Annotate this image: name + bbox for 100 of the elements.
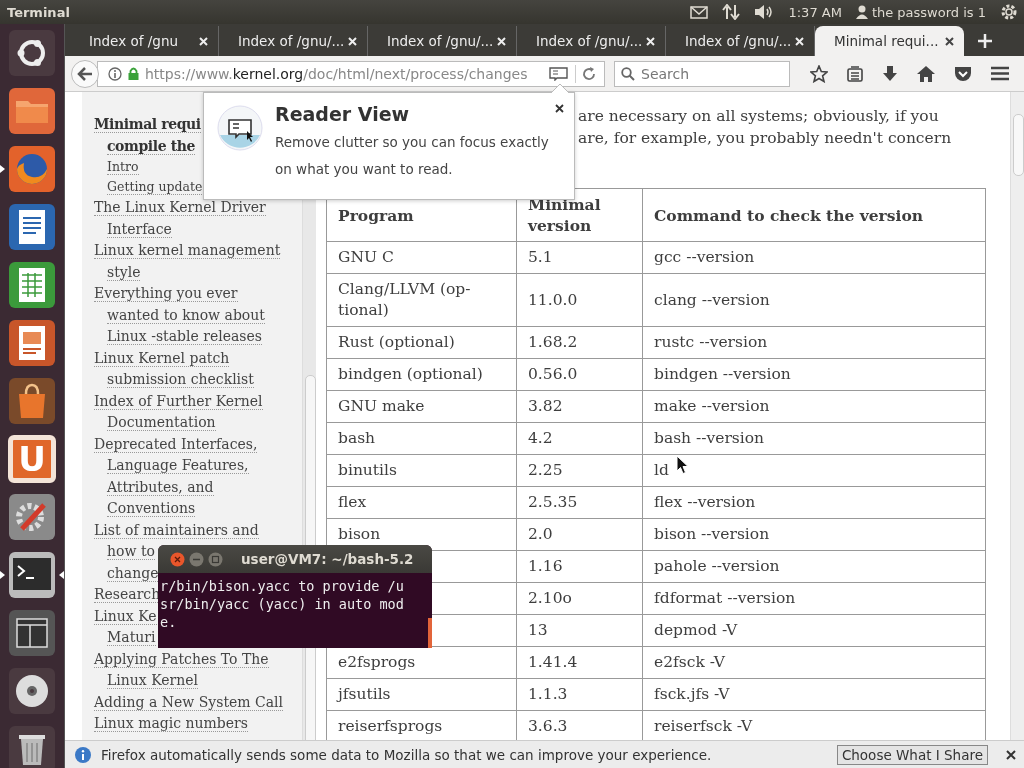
new-tab-icon[interactable] (978, 34, 992, 48)
sidebar-link[interactable]: Applying Patches To The (94, 650, 269, 668)
speaker-icon[interactable] (754, 4, 775, 20)
table-cell: fsck.jfs -V (642, 678, 986, 711)
table-cell: 2.5.35 (516, 486, 643, 519)
column-header: Command to check the version (642, 188, 986, 242)
sidebar-link[interactable]: Adding a New System Call (94, 693, 284, 711)
table-cell: gcc --version (642, 241, 986, 274)
sidebar-link[interactable]: Linux kernel management (94, 242, 281, 259)
pocket-icon[interactable] (954, 65, 972, 82)
back-arrow-icon (77, 66, 93, 81)
sidebar-link[interactable]: Maturi (107, 629, 156, 646)
sidebar-link[interactable]: how to (107, 543, 155, 560)
download-icon[interactable] (882, 65, 898, 82)
sidebar-link[interactable]: Attributes, and (107, 478, 214, 496)
reload-icon[interactable] (582, 66, 596, 81)
paragraph-line: are necessary on all systems; obviously, if you (578, 106, 940, 127)
minimize-window-icon[interactable] (189, 551, 204, 567)
window-title: user@VM7: ~/bash-5.2 (241, 551, 414, 567)
popup-title: Reader View (275, 103, 410, 125)
table-cell: e2fsck -V (642, 646, 986, 679)
user-name[interactable]: the password is 1 (871, 4, 986, 20)
sidebar-link[interactable]: List of maintainers and (94, 521, 259, 539)
table-cell: bison --version (642, 518, 986, 551)
reader-view-icon[interactable] (549, 66, 569, 81)
sidebar-link[interactable]: compile the (107, 137, 196, 155)
sidebar-link[interactable]: Index of Further Kernel (94, 392, 263, 410)
browser-tab[interactable]: Minimal requi... (815, 26, 964, 56)
table-cell: depmod -V (642, 614, 986, 647)
sidebar-link[interactable]: Documentation (107, 414, 216, 431)
table-cell: 1.41.4 (516, 646, 643, 679)
sidebar-link[interactable]: Getting update (107, 179, 203, 195)
menu-icon[interactable] (991, 66, 1009, 81)
choose-what-i-share-button[interactable]: Choose What I Share (836, 744, 988, 765)
maximize-window-icon[interactable] (208, 551, 223, 567)
presentation-icon[interactable] (8, 319, 56, 367)
table-cell: 5.1 (516, 241, 643, 274)
table-cell: 0.56.0 (516, 358, 643, 391)
table-cell: 4.2 (516, 422, 643, 455)
table-cell: 11.0.0 (516, 273, 643, 327)
sidebar-link[interactable]: Linux Kernel patch (94, 349, 230, 367)
table-cell: 2.10o (516, 582, 643, 615)
reader-view-icon (217, 105, 263, 151)
close-icon[interactable] (1006, 749, 1016, 760)
sidebar-link[interactable]: style (107, 263, 141, 281)
sidebar-link[interactable]: Language Features, (107, 457, 249, 474)
terminal-output-line: r/bin/bison.yacc to provide /u (160, 577, 405, 595)
scrollbar[interactable] (1010, 92, 1024, 740)
shopping-bag-icon[interactable] (8, 377, 56, 425)
running-indicator-icon (0, 571, 5, 579)
close-icon[interactable] (945, 36, 954, 46)
sidebar-link[interactable]: wanted to know about (107, 306, 265, 324)
table-cell: 1.16 (516, 550, 643, 583)
search-field[interactable]: Search (614, 60, 790, 87)
running-indicator-icon (0, 165, 5, 173)
sidebar-link[interactable]: Minimal requi (94, 116, 201, 133)
sidebar-link[interactable]: Linux -stable releases (107, 328, 262, 345)
workspace-switcher-icon[interactable] (8, 609, 56, 657)
table-cell: flex (326, 486, 517, 519)
globe-icon[interactable] (8, 145, 56, 193)
sidebar-link[interactable]: Linux magic numbers (94, 715, 248, 732)
table-cell: fdformat --version (642, 582, 986, 615)
sidebar-link[interactable]: Linux Ke (94, 607, 157, 625)
folder-icon[interactable] (8, 87, 56, 135)
close-window-icon[interactable] (170, 551, 185, 567)
url-text[interactable]: https://www.kernel.org/doc/html/next/process/changes (145, 65, 543, 82)
table-cell: GNU make (326, 390, 517, 423)
table-cell: Rust (optional) (326, 326, 517, 359)
sidebar-link[interactable]: Intro (107, 159, 139, 175)
sidebar-link[interactable]: submission checklist (107, 371, 254, 388)
terminal-output-line: sr/bin/yacc (yacc) in auto mod (160, 595, 405, 613)
table-cell: 2.0 (516, 518, 643, 551)
sidebar-link[interactable]: Conventions (107, 500, 196, 517)
sidebar-link[interactable]: Deprecated Interfaces, (94, 435, 258, 453)
document-icon[interactable] (8, 203, 56, 251)
back-button[interactable] (71, 59, 99, 88)
sidebar-link[interactable]: Interface (107, 220, 172, 238)
terminal-icon[interactable] (8, 551, 56, 599)
gear-wrench-icon[interactable] (8, 493, 56, 541)
table-cell: 1.1.3 (516, 678, 643, 711)
ring-logo-icon[interactable] (8, 29, 56, 77)
app-title: Terminal (7, 4, 70, 20)
info-icon[interactable] (108, 66, 122, 81)
reading-list-icon[interactable] (847, 65, 863, 82)
transfer-arrows-icon[interactable] (722, 4, 741, 20)
clock[interactable]: 1:37 AM (788, 4, 842, 20)
close-icon[interactable] (555, 104, 564, 113)
power-gear-icon[interactable] (1000, 3, 1018, 21)
table-cell: pahole --version (642, 550, 986, 583)
star-icon[interactable] (810, 64, 828, 83)
spreadsheet-icon[interactable] (8, 261, 56, 309)
info-icon (75, 746, 91, 763)
table-cell: clang --version (642, 273, 986, 327)
envelope-icon[interactable] (690, 5, 709, 19)
trash-icon[interactable] (8, 725, 56, 768)
home-icon[interactable] (917, 65, 935, 82)
lock-icon[interactable] (128, 67, 139, 80)
sidebar-link[interactable]: Everything you ever (94, 285, 238, 302)
sidebar-link[interactable]: Linux Kernel (107, 672, 198, 689)
focus-indicator-icon (59, 571, 64, 579)
